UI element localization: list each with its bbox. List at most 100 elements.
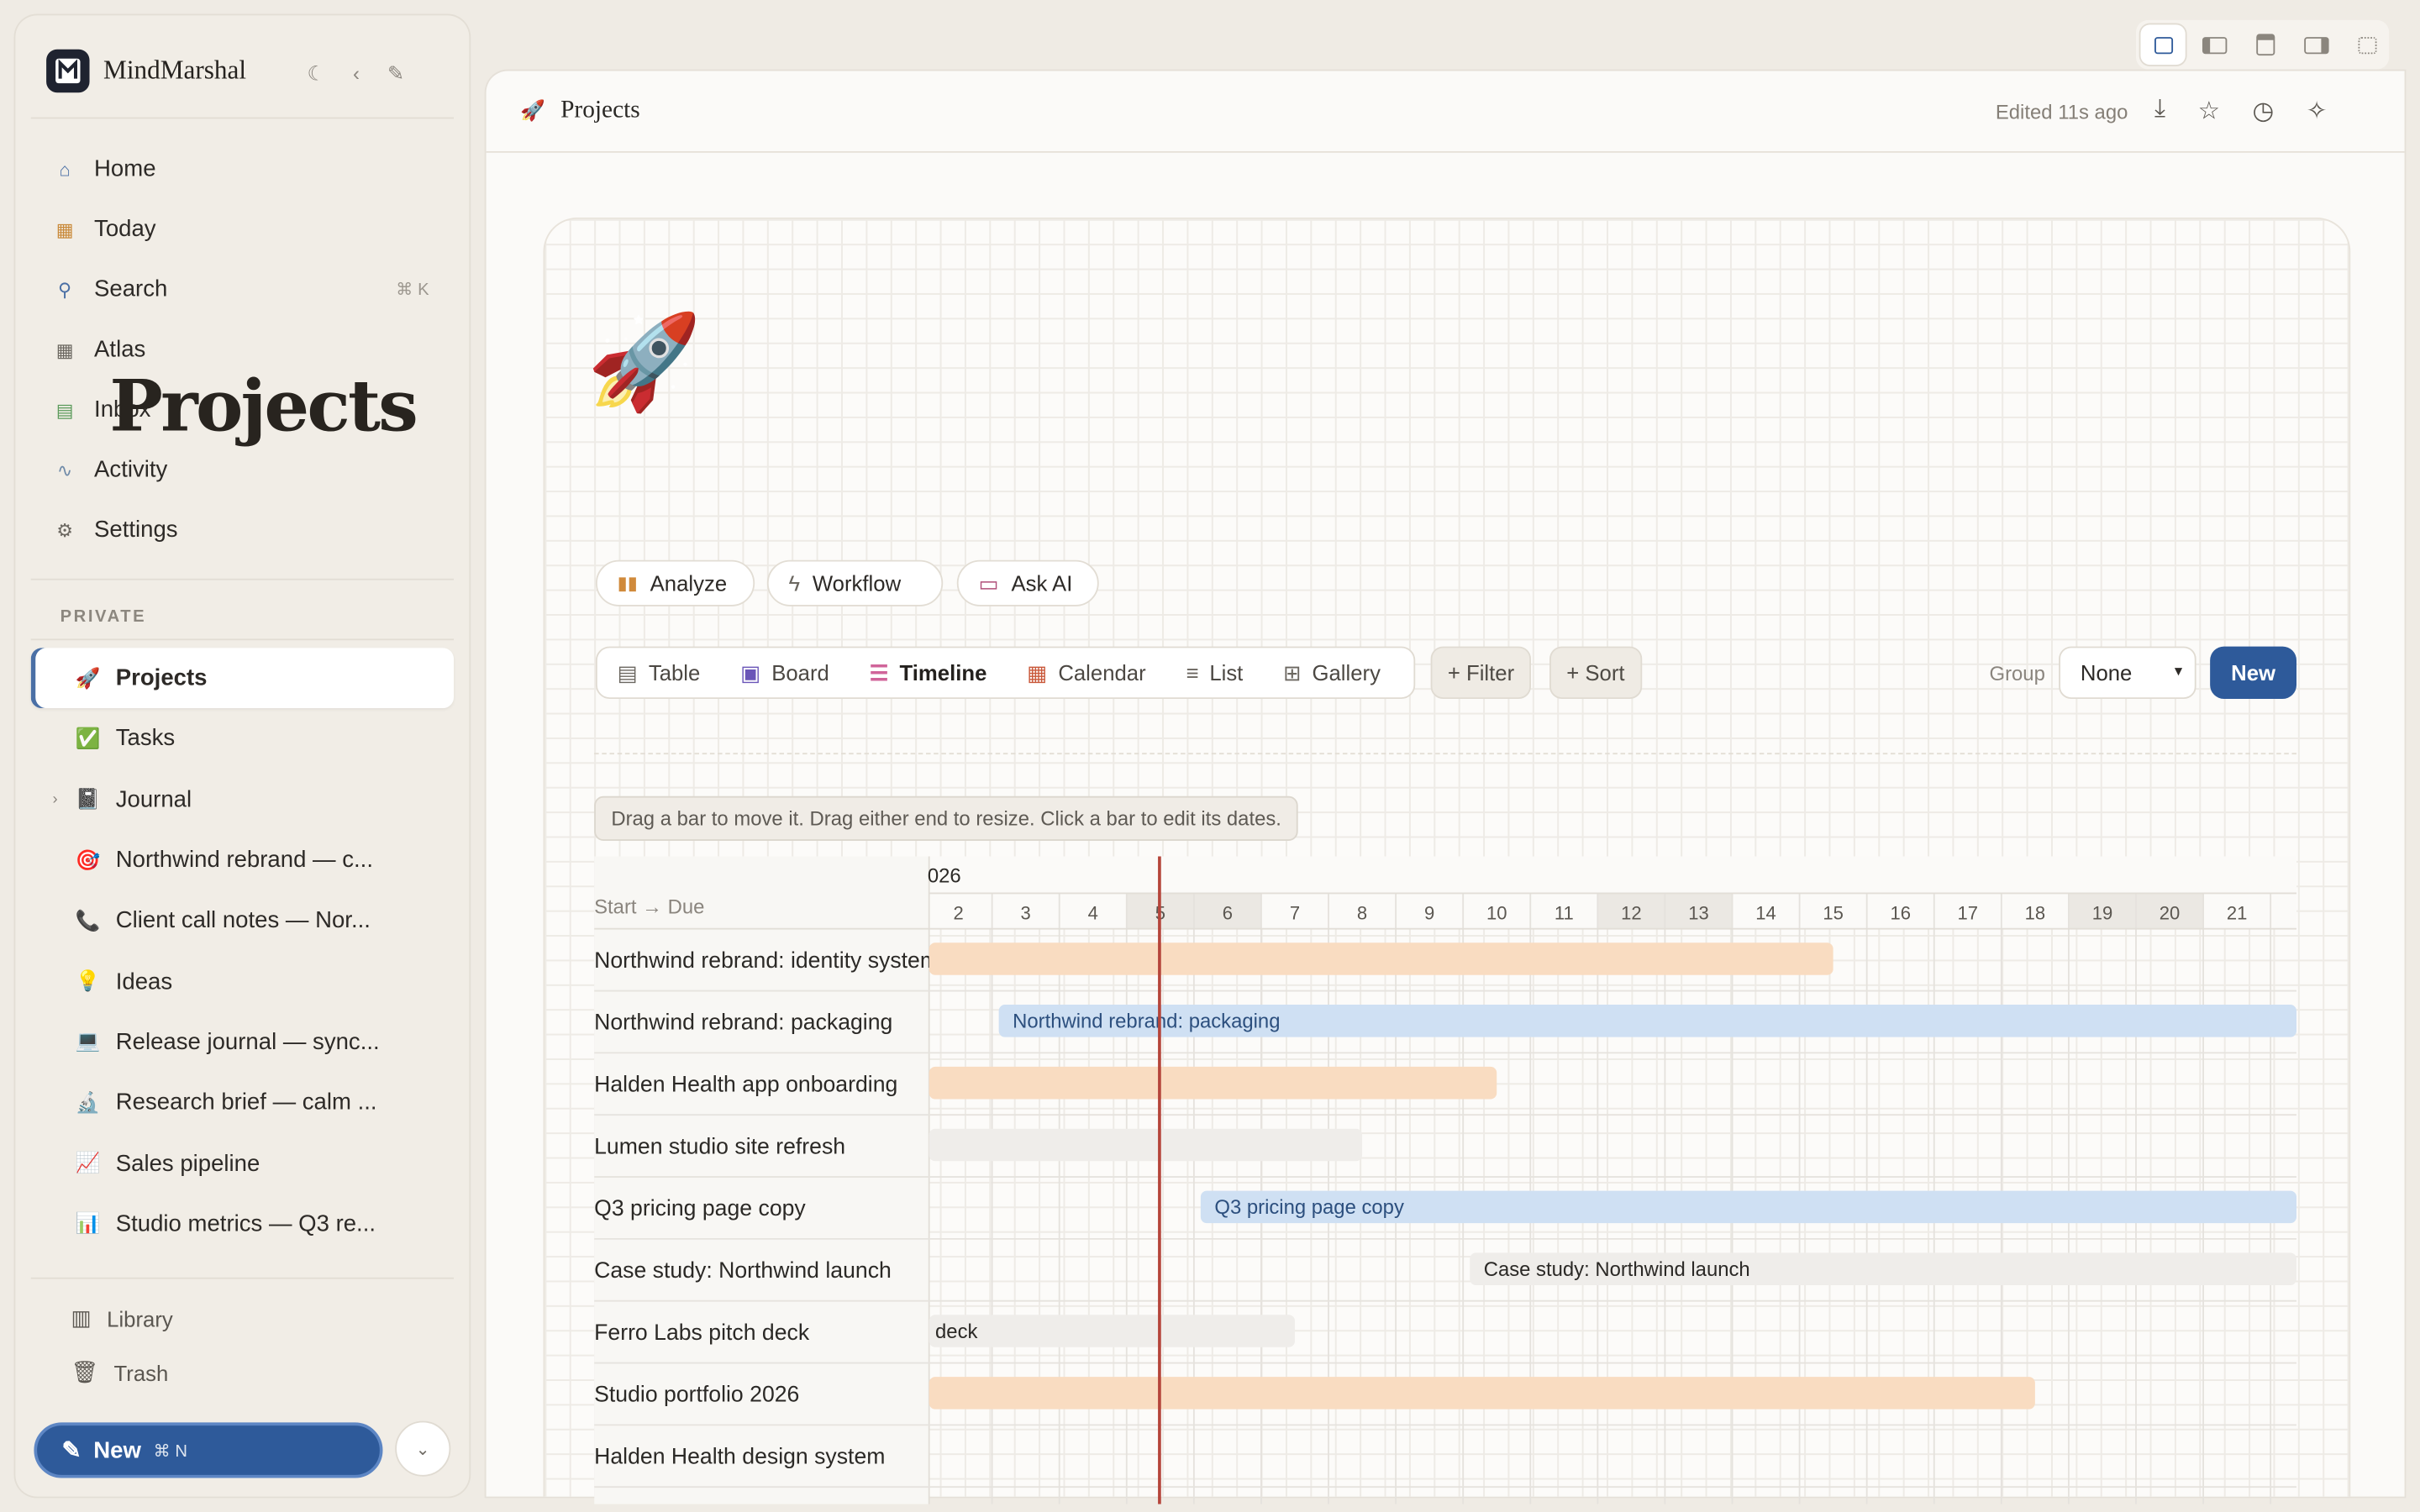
edited-status: Edited 11s ago bbox=[1995, 100, 2128, 123]
page-projects[interactable]: 🚀 Projects bbox=[30, 648, 454, 709]
page-emoji[interactable]: 🚀 bbox=[587, 306, 702, 420]
download-icon[interactable]: ⤓ bbox=[2154, 96, 2165, 127]
trash-link[interactable]: 🗑 Trash bbox=[71, 1359, 168, 1385]
breadcrumb[interactable]: 🚀 Projects bbox=[520, 97, 640, 125]
day-number: 8 bbox=[1357, 903, 1367, 924]
collapse-sidebar-icon[interactable]: ‹ bbox=[353, 61, 360, 86]
moon-icon[interactable]: ☾ bbox=[308, 61, 325, 86]
timeline-bar[interactable] bbox=[929, 1128, 1363, 1162]
timeline-bar[interactable] bbox=[929, 1315, 1295, 1347]
laptop-icon: 💻 bbox=[75, 1029, 101, 1053]
nav-activity[interactable]: ∿ Activity bbox=[31, 439, 454, 500]
page-studio-metrics[interactable]: 📊 Studio metrics — Q3 re... bbox=[31, 1194, 454, 1254]
side-panel-icon bbox=[2303, 36, 2328, 54]
layout-grid-button[interactable] bbox=[2344, 24, 2389, 65]
day-number: 7 bbox=[1290, 903, 1300, 924]
filter-button[interactable]: + Filter bbox=[1430, 646, 1532, 700]
page-client-call-notes[interactable]: 📞 Client call notes — Nor... bbox=[31, 890, 454, 951]
tab-board[interactable]: ▣ Board bbox=[720, 648, 850, 697]
row-label[interactable]: Case study: Northwind launch bbox=[594, 1257, 892, 1283]
library-link[interactable]: ▥ Library bbox=[71, 1305, 172, 1331]
day-number: 19 bbox=[2092, 903, 2113, 924]
trend-chart-icon: 📈 bbox=[75, 1151, 101, 1174]
page-northwind-rebrand[interactable]: 🎯 Northwind rebrand — c... bbox=[31, 830, 454, 890]
notebook-icon: 📓 bbox=[75, 787, 101, 811]
activity-icon: ∿ bbox=[56, 459, 73, 481]
day-number: 14 bbox=[1755, 903, 1776, 924]
layout-side-panel-button[interactable] bbox=[2293, 24, 2338, 65]
start-due-header: Start → Due bbox=[594, 895, 704, 918]
day-number: 11 bbox=[1555, 903, 1574, 924]
new-item-button[interactable]: New bbox=[2210, 646, 2297, 700]
nav-home[interactable]: ⌂ Home bbox=[31, 139, 454, 199]
tab-timeline[interactable]: ☰ Timeline bbox=[850, 648, 1007, 697]
history-icon[interactable]: ◷ bbox=[2253, 96, 2275, 127]
app-logo bbox=[46, 49, 90, 93]
row-label[interactable]: Northwind rebrand: packaging bbox=[594, 1010, 892, 1035]
nav-settings[interactable]: ⚙ Settings bbox=[31, 500, 454, 560]
row-label[interactable]: Q3 pricing page copy bbox=[594, 1195, 806, 1221]
sparkle-icon[interactable]: ✧ bbox=[2307, 96, 2328, 127]
check-icon: ✅ bbox=[75, 726, 101, 750]
timeline-grid: 026Start → Due23456789101112131415161718… bbox=[594, 856, 2297, 1504]
row-label[interactable]: Northwind rebrand: identity system bbox=[594, 948, 939, 973]
row-label[interactable]: Studio portfolio 2026 bbox=[594, 1382, 799, 1407]
row-label[interactable]: Lumen studio site refresh bbox=[594, 1133, 845, 1158]
tab-gallery[interactable]: ⊞ Gallery bbox=[1263, 648, 1401, 697]
workflow-button[interactable]: ϟ Workflow bbox=[766, 559, 944, 606]
layout-single-button[interactable] bbox=[2140, 24, 2186, 66]
row-label[interactable]: Halden Health app onboarding bbox=[594, 1071, 897, 1096]
timeline-icon: ☰ bbox=[869, 659, 889, 685]
gear-icon: ⚙ bbox=[56, 519, 74, 541]
trash-icon: 🗑 bbox=[71, 1359, 99, 1384]
gallery-icon: ⊞ bbox=[1283, 659, 1302, 685]
nav-search[interactable]: ⚲ Search ⌘ K bbox=[31, 260, 454, 320]
day-number: 4 bbox=[1088, 903, 1098, 924]
group-select[interactable]: None ▾ bbox=[2059, 646, 2196, 700]
timeline-bar[interactable] bbox=[929, 1066, 1497, 1100]
group-label: Group bbox=[1989, 661, 2045, 685]
page-ideas[interactable]: 💡 Ideas bbox=[31, 951, 454, 1011]
page-tasks[interactable]: ✅ Tasks bbox=[31, 709, 454, 769]
sort-button[interactable]: + Sort bbox=[1549, 646, 1642, 700]
inbox-icon: ▤ bbox=[55, 398, 74, 421]
page-release-journal[interactable]: 💻 Release journal — sync... bbox=[31, 1011, 454, 1072]
edit-icon[interactable]: ✎ bbox=[387, 61, 404, 86]
nav-today[interactable]: ▦ Today bbox=[31, 199, 454, 260]
ask-ai-button[interactable]: ▭ Ask AI bbox=[956, 559, 1099, 606]
target-icon: 🎯 bbox=[75, 848, 101, 871]
split-rows-icon bbox=[2255, 34, 2275, 56]
star-icon[interactable]: ☆ bbox=[2198, 96, 2220, 127]
analyze-button[interactable]: ▮▮ Analyze bbox=[595, 559, 755, 606]
tab-calendar[interactable]: ▦ Calendar bbox=[1007, 648, 1165, 697]
timeline-bar[interactable] bbox=[929, 1377, 2035, 1410]
bar-chart-icon: 📊 bbox=[75, 1211, 101, 1235]
day-number: 20 bbox=[2160, 903, 2181, 924]
brand[interactable]: MindMarshal bbox=[46, 49, 246, 93]
row-label[interactable]: Halden Health design system bbox=[594, 1443, 885, 1468]
timeline-bar[interactable] bbox=[929, 942, 1833, 975]
row-label[interactable]: Ferro Labs pitch deck bbox=[594, 1320, 810, 1345]
page-journal[interactable]: › 📓 Journal bbox=[31, 769, 454, 830]
tab-table[interactable]: ▤ Table bbox=[597, 648, 720, 697]
page-sales-pipeline[interactable]: 📈 Sales pipeline bbox=[31, 1133, 454, 1194]
chevron-right-icon[interactable]: › bbox=[52, 791, 57, 808]
page-title[interactable]: Projects bbox=[109, 364, 418, 447]
day-number: 6 bbox=[1223, 903, 1233, 924]
layout-split-rows-button[interactable] bbox=[2243, 24, 2287, 65]
page-research-brief[interactable]: 🔬 Research brief — calm ... bbox=[31, 1073, 454, 1133]
day-number: 9 bbox=[1424, 903, 1434, 924]
chevron-down-icon: ⌄ bbox=[415, 1440, 430, 1459]
section-label-private: PRIVATE bbox=[60, 607, 147, 627]
day-number: 13 bbox=[1688, 903, 1709, 924]
new-page-button[interactable]: ✎ New ⌘ N bbox=[34, 1422, 383, 1478]
tab-list[interactable]: ≡ List bbox=[1166, 648, 1264, 697]
day-number: 2 bbox=[953, 903, 963, 924]
layout-split-columns-button[interactable] bbox=[2191, 24, 2236, 65]
compose-icon: ✎ bbox=[61, 1437, 82, 1465]
divider bbox=[30, 638, 454, 641]
day-number: 12 bbox=[1621, 903, 1642, 924]
split-columns-icon bbox=[2202, 36, 2227, 54]
timeline-bar-label: Case study: Northwind launch bbox=[1484, 1258, 1750, 1281]
new-options-button[interactable]: ⌄ bbox=[395, 1420, 451, 1477]
